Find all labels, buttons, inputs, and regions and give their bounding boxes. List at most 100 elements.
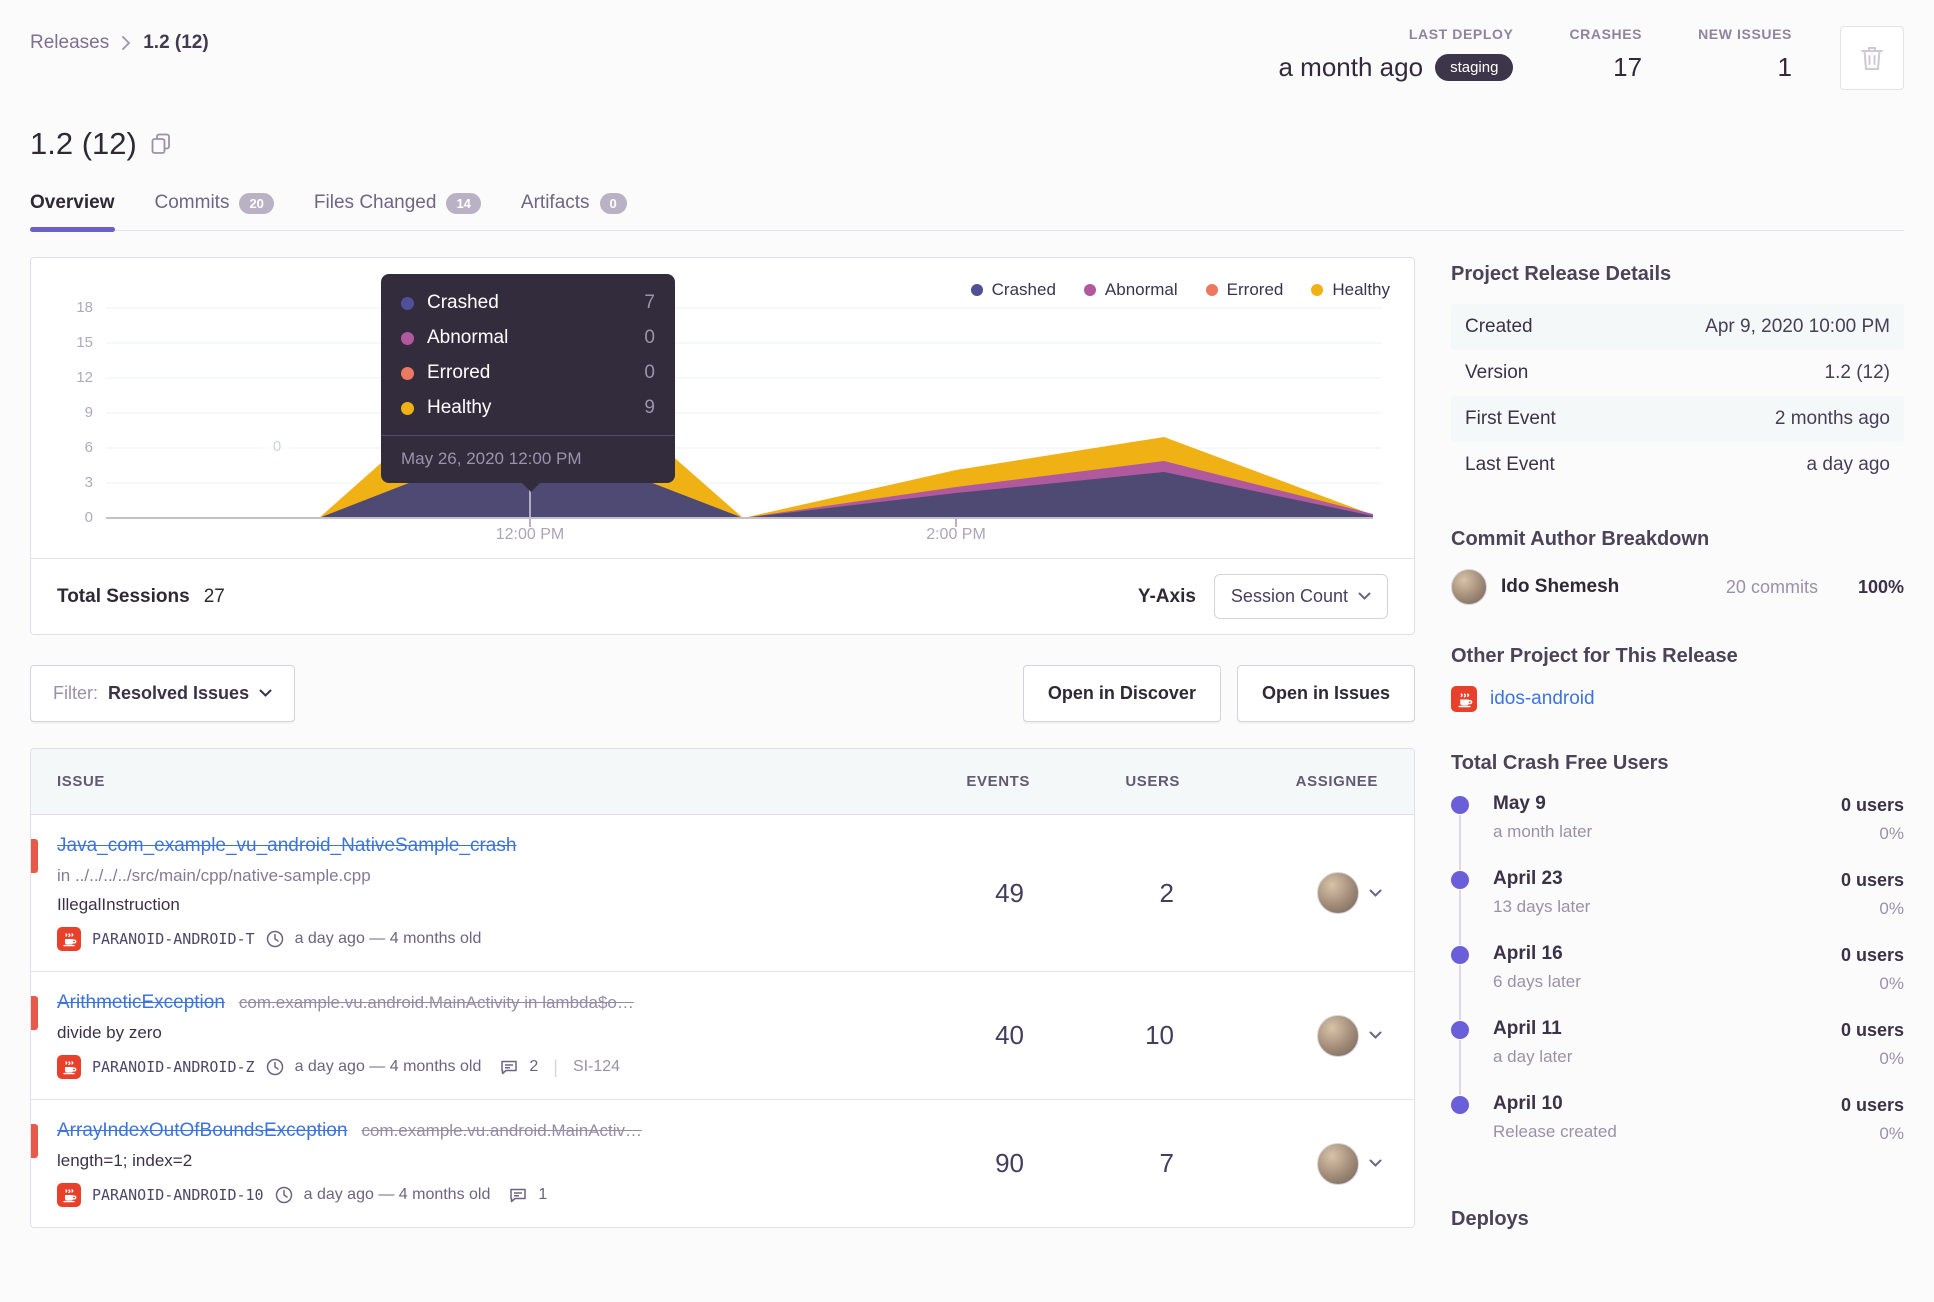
issue-message: IllegalInstruction (57, 895, 180, 914)
issue-age: a day ago — 4 months old (294, 930, 482, 947)
open-in-issues-button[interactable]: Open in Issues (1236, 665, 1415, 722)
other-project-link[interactable]: idos-android (1490, 688, 1595, 710)
assignee-avatar[interactable] (1317, 1142, 1359, 1185)
crash-free-percent: 0% (1879, 974, 1904, 993)
legend-crashed-dot-icon (970, 284, 983, 296)
tab-artifacts-label: Artifacts (520, 192, 590, 213)
legend-abnormal[interactable]: Abnormal (1083, 280, 1178, 300)
issue-users-count: 7 (1159, 1148, 1174, 1178)
assignee-chevron-down-icon[interactable] (1369, 889, 1382, 898)
tab-artifacts[interactable]: Artifacts 0 (521, 192, 627, 230)
tooltip-errored-dot-icon (401, 366, 414, 380)
issue-message: divide by zero (57, 1023, 162, 1042)
issue-age: a day ago — 4 months old (294, 1058, 482, 1075)
y-axis-selected-value: Session Count (1230, 586, 1348, 606)
issue-message: length=1; index=2 (57, 1151, 193, 1170)
legend-errored-label: Errored (1226, 280, 1284, 299)
timeline-dot-icon (1451, 871, 1469, 889)
assignee-avatar[interactable] (1317, 872, 1359, 914)
detail-label: First Event (1465, 408, 1556, 429)
crash-free-item-april-11: April 11 a day later 0 users 0% (1451, 1018, 1904, 1095)
issue-link[interactable]: Java_com_example_vu_android_NativeSample… (57, 835, 516, 857)
assignee-chevron-down-icon[interactable] (1369, 1159, 1382, 1168)
legend-abnormal-label: Abnormal (1104, 280, 1178, 299)
tab-commits[interactable]: Commits 20 (155, 192, 274, 230)
filter-label: Filter: (53, 683, 98, 703)
legend-crashed[interactable]: Crashed (970, 280, 1056, 300)
section-title: Deploys (1451, 1208, 1529, 1230)
breadcrumb-chevron-icon (121, 35, 131, 51)
release-tabs: Overview Commits 20 Files Changed 14 Art… (30, 192, 1904, 232)
metric-crashes: CRASHES 17 (1569, 26, 1642, 83)
assignee-chevron-down-icon[interactable] (1369, 1031, 1382, 1040)
faded-zero-label: 0 (257, 426, 297, 466)
crash-free-percent: 0% (1879, 1124, 1904, 1143)
other-project-section: Other Project for This Release idos-andr… (1451, 645, 1904, 712)
unhandled-marker (31, 996, 38, 1030)
tab-files-changed-badge: 14 (446, 192, 481, 214)
y-axis-select[interactable]: Session Count (1213, 574, 1388, 619)
tab-commits-badge: 20 (239, 192, 274, 214)
section-title: Commit Author Breakdown (1451, 528, 1710, 550)
tooltip-healthy-dot-icon (401, 401, 414, 415)
comments-icon (509, 1187, 527, 1204)
col-users: USERS (1125, 773, 1180, 790)
meta-divider: | (553, 1056, 558, 1077)
col-assignee: ASSIGNEE (1295, 773, 1378, 790)
tooltip-errored-value: 0 (644, 362, 655, 383)
section-title: Other Project for This Release (1451, 645, 1738, 667)
release-sidebar: Project Release Details Created Apr 9, 2… (1451, 257, 1904, 1249)
legend-errored[interactable]: Errored (1205, 280, 1284, 300)
col-issue: ISSUE (57, 773, 106, 790)
crash-free-percent: 0% (1879, 1049, 1904, 1068)
open-in-discover-button[interactable]: Open in Discover (1022, 665, 1221, 722)
crash-free-users: 0 users (1840, 1020, 1904, 1040)
comments-count: 2 (529, 1058, 539, 1075)
crash-free-users: 0 users (1840, 795, 1904, 815)
project-slug[interactable]: PARANOID-ANDROID-Z (92, 1058, 255, 1076)
release-metrics: LAST DEPLOY a month ago staging CRASHES … (1278, 26, 1904, 90)
delete-release-button[interactable] (1840, 26, 1904, 90)
legend-crashed-label: Crashed (991, 280, 1056, 299)
comments-count: 1 (538, 1186, 548, 1203)
last-deploy-value: a month ago (1278, 52, 1424, 82)
x-tick-2pm: 2:00 PM (926, 526, 986, 543)
tab-files-changed[interactable]: Files Changed 14 (314, 192, 481, 230)
tooltip-healthy-value: 9 (644, 397, 655, 418)
tooltip-errored-label: Errored (427, 362, 491, 383)
project-release-details-section: Project Release Details Created Apr 9, 2… (1451, 263, 1904, 488)
project-slug[interactable]: PARANOID-ANDROID-10 (92, 1186, 264, 1204)
project-slug[interactable]: PARANOID-ANDROID-T (92, 930, 255, 948)
crash-free-item-april-23: April 23 13 days later 0 users 0% (1451, 868, 1904, 945)
tab-files-changed-label: Files Changed (313, 192, 437, 213)
copy-version-button[interactable] (151, 133, 171, 155)
breadcrumb-current: 1.2 (12) (143, 32, 209, 53)
issue-events-count: 90 (995, 1148, 1024, 1178)
crash-free-percent: 0% (1879, 824, 1904, 843)
section-title: Project Release Details (1451, 263, 1672, 285)
detail-row-first-event: First Event 2 months ago (1451, 396, 1904, 442)
breadcrumb: Releases 1.2 (12) (30, 26, 209, 54)
issue-users-count: 10 (1145, 1020, 1174, 1050)
crash-free-item-april-16: April 16 6 days later 0 users 0% (1451, 943, 1904, 1020)
breadcrumb-releases-link[interactable]: Releases (30, 32, 109, 54)
legend-errored-dot-icon (1205, 284, 1218, 296)
legend-healthy-label: Healthy (1332, 280, 1390, 299)
chart-tooltip: Crashed 7 Abnormal 0 Errored 0 Healthy 9… (381, 274, 675, 492)
detail-value: 2 months ago (1774, 408, 1890, 429)
y-tick-0: 0 (84, 509, 93, 526)
issue-users-count: 2 (1159, 877, 1174, 908)
assignee-avatar[interactable] (1317, 1014, 1359, 1057)
crash-free-item-may-9: May 9 a month later 0 users 0% (1451, 793, 1904, 870)
issue-link[interactable]: ArithmeticException (57, 992, 225, 1014)
issue-link[interactable]: ArrayIndexOutOfBoundsException (57, 1120, 347, 1142)
sessions-chart[interactable]: 18 15 12 9 6 3 0 12:00 PM 2:00 PM 0 Cras… (31, 258, 1414, 558)
author-percent: 100% (1857, 576, 1904, 597)
issues-filter-dropdown[interactable]: Filter: Resolved Issues (30, 665, 296, 722)
timeline-dot-icon (1451, 796, 1469, 814)
tab-overview[interactable]: Overview (30, 192, 115, 232)
detail-value: a day ago (1806, 454, 1890, 475)
legend-healthy[interactable]: Healthy (1311, 280, 1390, 300)
detail-value: 1.2 (12) (1824, 362, 1890, 383)
crashes-value: 17 (1613, 52, 1643, 82)
